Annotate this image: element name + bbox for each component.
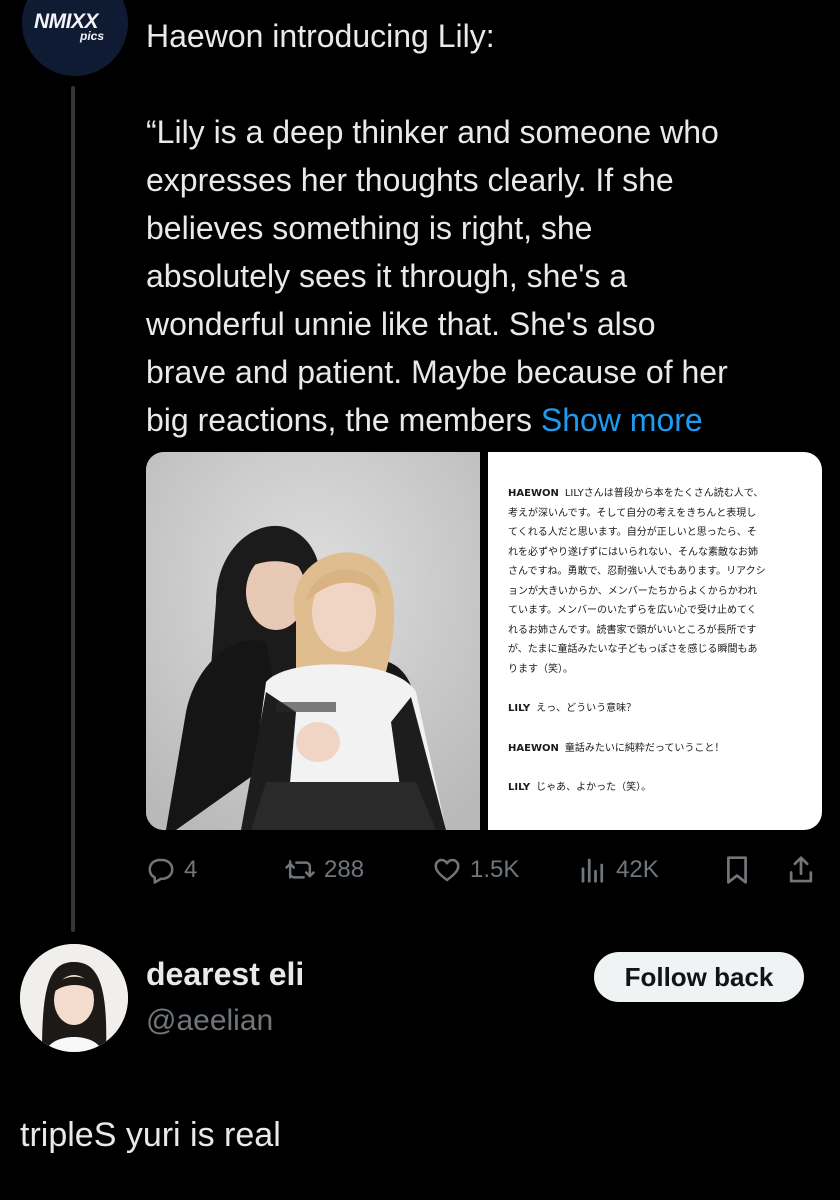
like-count: 1.5K [470,856,520,883]
tweet-quote-last-line: big reactions, the members Show more [146,396,826,444]
reply-author-handle[interactable]: @aeelian [146,1004,273,1038]
magazine-line: ります（笑）。 [508,663,573,675]
tweet-quote-line: big reactions, the members [146,402,532,438]
media-photo[interactable] [146,452,480,830]
tweet-quote: “Lily is a deep thinker and someone who … [146,108,826,444]
view-count: 42K [616,856,659,883]
share-icon [789,856,813,883]
retweet-icon [285,860,315,879]
media-magazine-page[interactable]: HAEWON LILYさんは普段から本をたくさん読む人で、 考えが深いんです。そし… [488,452,822,830]
thread-connector-line [71,86,75,932]
speaker-label: LILY [508,782,531,793]
photo-of-two-members-icon [146,452,480,830]
tweet-action-bar: 4 288 1.5K 42K [146,850,826,890]
reply-icon [148,858,174,884]
tweet-quote-line: “Lily is a deep thinker and someone who [146,114,719,150]
magazine-line: 童話みたいに純粋だっていうこと！ [564,742,725,754]
magazine-line: LILYさんは普段から本をたくさん読む人で、 [564,488,764,499]
like-button[interactable]: 1.5K [432,850,519,890]
speaker-label: HAEWON [508,488,559,499]
tweet-media[interactable]: HAEWON LILYさんは普段から本をたくさん読む人で、 考えが深いんです。そし… [146,452,822,830]
bookmark-button[interactable] [722,850,752,890]
magazine-paragraph: HAEWON LILYさんは普段から本をたくさん読む人で、 考えが深いんです。そし… [508,484,804,679]
views-chart-icon [581,858,604,883]
magazine-line: さんですね。勇敢で、忍耐強い人でもあります。リアクシ [508,566,766,577]
tweet-quote-line: expresses her thoughts clearly. If she [146,162,674,198]
reply-count: 4 [184,856,198,883]
magazine-line: じゃあ、よかった（笑）。 [536,782,652,793]
magazine-line: れを必ずやり遂げずにはいられない、そんな素敵なお姉 [508,546,758,558]
magazine-line: てくれる人だと思います。自分が正しいと思ったら、そ [508,527,757,538]
magazine-line: 考えが深いんです。そして自分の考えをきちんと表現し [508,507,757,519]
speaker-label: LILY [508,703,531,714]
magazine-line: えっ、どういう意味？ [536,703,637,714]
author-avatar[interactable]: NMIXX pics [22,0,128,76]
magazine-paragraph: HAEWON 童話みたいに純粋だっていうこと！ [508,739,804,759]
magazine-paragraph: LILY えっ、どういう意味？ [508,699,804,719]
magazine-line: が、たまに童話みたいな子どもっぽさを感じる瞬間もあ [508,644,758,655]
tweet-quote-line: believes something is right, she [146,210,593,246]
show-more-link[interactable]: Show more [541,402,703,438]
magazine-text: HAEWON LILYさんは普段から本をたくさん読む人で、 考えが深いんです。そし… [508,484,804,818]
magazine-line: ョンが大きいからか、メンバーたちからよくからかわれ [508,585,758,597]
tweet-text: Haewon introducing Lily: “Lily is a deep… [146,12,826,444]
magazine-paragraph: LILY じゃあ、よかった（笑）。 [508,778,804,798]
retweet-button[interactable]: 288 [284,850,364,890]
tweet-quote-line: brave and patient. Maybe because of her [146,354,728,390]
retweet-count: 288 [324,856,365,883]
magazine-line: ています。メンバーのいたずらを広い心で受け止めてく [508,605,757,616]
tweet-quote-line: wonderful unnie like that. She's also [146,306,656,342]
reply-tweet-text: tripleS yuri is real [20,1116,281,1154]
views-button[interactable]: 42K [578,850,659,890]
share-button[interactable] [786,850,816,890]
magazine-line: れるお姉さんです。読書家で頭がいいところが長所です [508,624,757,636]
avatar-logo-subtext: pics [80,29,105,43]
tweet-quote-line: absolutely sees it through, she's a [146,258,628,294]
heart-icon [434,858,460,882]
bookmark-icon [727,856,747,884]
follow-back-button[interactable]: Follow back [594,952,804,1002]
reply-author-avatar[interactable] [20,944,128,1052]
tweet-intro-line: Haewon introducing Lily: [146,18,495,54]
reply-button[interactable]: 4 [146,850,197,890]
speaker-label: HAEWON [508,742,559,754]
reply-author-name[interactable]: dearest eli [146,956,304,993]
profile-photo-icon [20,944,128,1052]
